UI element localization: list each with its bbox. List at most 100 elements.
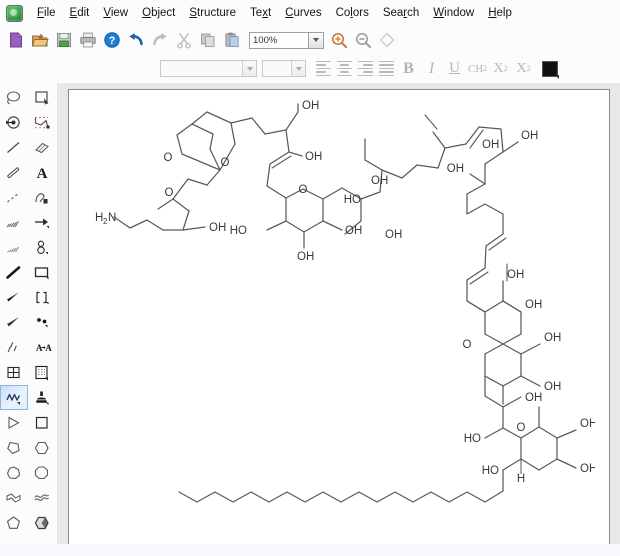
menu-object[interactable]: Object	[135, 4, 182, 23]
formula-button[interactable]: CH 2	[466, 58, 489, 80]
subscript-value: 2	[503, 64, 508, 73]
hash-bond-icon	[6, 220, 19, 227]
save-button[interactable]	[52, 28, 76, 52]
italic-button[interactable]: I	[420, 58, 443, 80]
polyene-polyol-macrolide-structure[interactable]: H 2 N O OH O O OH OH O HO OH OH HO OH OH…	[68, 89, 595, 537]
redo-button[interactable]	[148, 28, 172, 52]
hexagon-3d-tool[interactable]	[28, 510, 56, 535]
menu-search[interactable]: Search	[376, 4, 426, 23]
align-right-button[interactable]	[355, 59, 376, 79]
menu-curves[interactable]: Curves	[278, 4, 328, 23]
zoom-in-button[interactable]	[327, 28, 351, 52]
drawing-sheet[interactable]: H 2 N O OH O O OH OH O HO OH OH HO OH OH…	[68, 89, 610, 546]
rotate-tool[interactable]	[0, 110, 28, 135]
menu-edit[interactable]: Edit	[63, 4, 97, 23]
shape-tool-button[interactable]	[375, 28, 399, 52]
text-color-swatch[interactable]	[542, 60, 559, 79]
font-size-combo[interactable]	[262, 60, 306, 77]
polyline-select-tool[interactable]	[28, 110, 56, 135]
dots-tool[interactable]	[28, 310, 56, 335]
stamp-tool[interactable]	[28, 385, 56, 410]
print-button[interactable]	[76, 28, 100, 52]
align-justify-button[interactable]	[376, 59, 397, 79]
arrow-tool[interactable]	[28, 210, 56, 235]
chevron-down-icon[interactable]	[291, 61, 305, 76]
bracket-tool[interactable]	[28, 285, 56, 310]
wedge-bond-tool[interactable]	[0, 285, 28, 310]
pen-draw-tool[interactable]	[28, 185, 56, 210]
rectangle-select-tool[interactable]	[28, 85, 56, 110]
hash-bond-tool[interactable]	[0, 210, 28, 235]
square-tool[interactable]	[28, 410, 56, 435]
menu-help[interactable]: Help	[481, 4, 519, 23]
help-button[interactable]: ?	[100, 28, 124, 52]
hexagon-outline-icon	[34, 441, 49, 454]
hexagon-tool[interactable]	[28, 435, 56, 460]
menu-colors[interactable]: Colors	[329, 4, 376, 23]
text-tool[interactable]: A	[28, 160, 56, 185]
bold-bond-tool[interactable]	[0, 260, 28, 285]
align-left-button[interactable]	[313, 59, 334, 79]
heptagon-tool[interactable]	[0, 460, 28, 485]
chevron-down-icon[interactable]	[242, 61, 256, 76]
pentagon-outline-icon	[6, 515, 21, 529]
polyline-dashed-icon	[34, 116, 50, 128]
wave-tool[interactable]	[28, 485, 56, 510]
zoom-out-button[interactable]	[351, 28, 375, 52]
bicyclic-oxygen-1: O	[164, 152, 173, 164]
menu-text[interactable]: Text	[243, 4, 278, 23]
canvas-scroll-area[interactable]: H 2 N O OH O O OH OH O HO OH OH HO OH OH…	[58, 83, 620, 556]
paste-button[interactable]	[220, 28, 244, 52]
orbital-icon	[37, 240, 48, 254]
new-document-button[interactable]	[4, 28, 28, 52]
curve-tool[interactable]	[0, 385, 28, 410]
magnifier-plus-icon	[332, 33, 347, 48]
pentagon-tool[interactable]	[0, 510, 28, 535]
chevron-down-icon[interactable]	[308, 32, 323, 48]
tool-palette: A A A	[0, 83, 58, 556]
open-file-button[interactable]	[28, 28, 52, 52]
bold-line-icon	[6, 265, 21, 279]
menu-view[interactable]: View	[96, 4, 135, 23]
bold-button[interactable]: B	[397, 58, 420, 80]
dashed-line-tool[interactable]	[0, 185, 28, 210]
eraser-tool[interactable]	[28, 135, 56, 160]
zoom-level-combo[interactable]: 100%	[249, 31, 324, 49]
template-tool[interactable]	[28, 360, 56, 385]
hydroxyl-label-18: HO	[464, 433, 481, 445]
align-center-button[interactable]	[334, 59, 355, 79]
squiggle-bond-tool[interactable]	[0, 335, 28, 360]
superscript-button[interactable]: X2	[512, 58, 535, 80]
ribbon-tool[interactable]	[0, 485, 28, 510]
atom-replace-tool[interactable]: A A	[28, 335, 56, 360]
pentagon-irregular-tool[interactable]	[0, 435, 28, 460]
lasso-select-tool[interactable]	[0, 85, 28, 110]
rect-select-icon	[35, 90, 49, 105]
undo-button[interactable]	[124, 28, 148, 52]
double-line-tool[interactable]	[0, 160, 28, 185]
hydroxyl-label-5: OH	[345, 225, 362, 237]
hydroxyl-label-19: OH	[580, 418, 595, 430]
draw-line-tool[interactable]	[0, 135, 28, 160]
hollow-wedge-tool[interactable]	[0, 310, 28, 335]
triangle-tool[interactable]	[0, 410, 28, 435]
underline-button[interactable]: U	[443, 58, 466, 80]
svg-text:N: N	[108, 212, 116, 224]
menu-file[interactable]: File	[30, 4, 63, 23]
copy-button[interactable]	[196, 28, 220, 52]
menu-window[interactable]: Window	[426, 4, 481, 23]
hash-wedge-tool[interactable]	[0, 235, 28, 260]
cut-button[interactable]	[172, 28, 196, 52]
rectangle-tool[interactable]	[28, 260, 56, 285]
menu-structure[interactable]: Structure	[182, 4, 243, 23]
subscript-button[interactable]: X2	[489, 58, 512, 80]
rectangle-icon	[34, 266, 49, 279]
pentagon-irregular-icon	[7, 441, 20, 454]
dashed-line-icon	[7, 192, 20, 202]
orbital-tool[interactable]	[28, 235, 56, 260]
table-tool[interactable]	[0, 360, 28, 385]
font-family-combo[interactable]	[160, 60, 257, 77]
magnifier-minus-icon	[356, 33, 371, 48]
hydroxyl-label-13: OH	[507, 269, 524, 281]
octagon-tool[interactable]	[28, 460, 56, 485]
